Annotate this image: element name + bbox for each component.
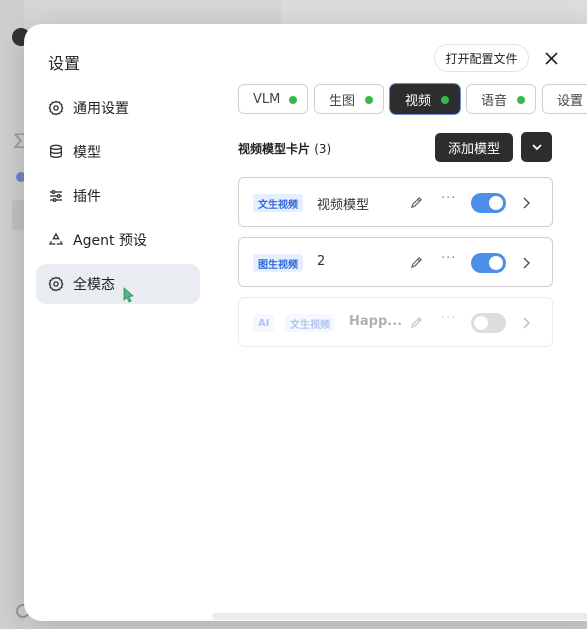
section-title: 视频模型卡片 (3): [238, 140, 331, 157]
toggle-knob: [489, 256, 503, 270]
sidebar-item-label: 全模态: [73, 277, 115, 293]
status-dot: [517, 96, 525, 104]
settings-modal: 设置 通用设置 模型 插件 Agent 预设 全模态 打开配置文件 VLM 生图…: [24, 24, 587, 621]
model-card[interactable]: 文生视频 视频模型 ···: [238, 177, 553, 227]
tab-voice[interactable]: 语音: [466, 84, 536, 114]
model-enable-toggle[interactable]: [471, 253, 506, 273]
tab-label: 语音: [481, 93, 508, 109]
chevron-down-icon: [531, 144, 542, 151]
model-type-badge: 文生视频: [253, 194, 303, 212]
tab-vlm[interactable]: VLM: [238, 84, 308, 114]
sidebar-item-general[interactable]: 通用设置: [36, 88, 200, 128]
sidebar-item-omnimodal[interactable]: 全模态: [36, 264, 200, 304]
toggle-knob: [489, 196, 503, 210]
tab-settings[interactable]: 设置: [542, 84, 587, 114]
tab-video[interactable]: 视频: [390, 84, 460, 114]
gear-icon: [48, 100, 64, 116]
edit-icon[interactable]: [410, 316, 423, 329]
sidebar-item-label: 插件: [73, 189, 101, 205]
edit-icon[interactable]: [410, 196, 423, 209]
model-card[interactable]: AI 文生视频 Happ... ···: [238, 297, 553, 347]
recycle-icon: [48, 232, 64, 245]
model-enable-toggle[interactable]: [471, 313, 506, 333]
horizontal-scrollbar[interactable]: [212, 613, 587, 620]
status-dot: [289, 96, 297, 104]
section-title-text: 视频模型卡片: [238, 142, 311, 156]
sidebar-item-label: Agent 预设: [73, 233, 147, 249]
chevron-right-icon[interactable]: [522, 257, 530, 269]
gear-icon: [48, 276, 64, 292]
status-dot: [441, 96, 449, 104]
section-count: (3): [314, 142, 332, 156]
model-ai-badge: AI: [253, 314, 275, 332]
add-model-button[interactable]: 添加模型: [435, 133, 513, 162]
more-options-icon[interactable]: ···: [441, 311, 456, 326]
open-config-button[interactable]: 打开配置文件: [434, 44, 529, 72]
edit-icon[interactable]: [410, 256, 423, 269]
model-card[interactable]: 图生视频 2 ···: [238, 237, 553, 287]
tab-label: 设置: [557, 93, 584, 109]
background-bar: [12, 200, 24, 230]
close-icon: [544, 51, 558, 65]
model-name: 2: [317, 254, 326, 269]
toggle-knob: [474, 316, 488, 330]
chevron-right-icon[interactable]: [522, 197, 530, 209]
model-name: 视频模型: [317, 198, 370, 213]
chevron-right-icon[interactable]: [522, 317, 530, 329]
model-enable-toggle[interactable]: [471, 193, 506, 213]
background-sidebar: [0, 0, 24, 629]
settings-title: 设置: [48, 54, 81, 73]
sidebar-item-agent-presets[interactable]: Agent 预设: [36, 220, 200, 260]
tab-label: 生图: [329, 93, 356, 109]
add-model-dropdown-button[interactable]: [521, 132, 552, 162]
database-icon: [50, 144, 62, 159]
background-topbar: [282, 0, 587, 26]
more-options-icon[interactable]: ···: [441, 251, 456, 266]
model-name: Happ...: [349, 314, 403, 329]
model-type-badge: 图生视频: [253, 254, 303, 272]
more-options-icon[interactable]: ···: [441, 191, 456, 206]
tab-label: 视频: [405, 93, 432, 109]
close-button[interactable]: [542, 49, 560, 67]
tab-label: VLM: [253, 91, 281, 107]
tab-image-gen[interactable]: 生图: [314, 84, 384, 114]
sliders-icon: [50, 190, 62, 202]
status-dot: [365, 96, 373, 104]
sidebar-item-label: 模型: [73, 145, 101, 161]
sidebar-item-plugins[interactable]: 插件: [36, 176, 200, 216]
sidebar-item-models[interactable]: 模型: [36, 132, 200, 172]
model-type-badge: 文生视频: [285, 314, 335, 332]
settings-sidebar: 设置 通用设置 模型 插件 Agent 预设 全模态: [24, 24, 214, 621]
mouse-cursor-icon: [123, 287, 134, 303]
sidebar-item-label: 通用设置: [73, 101, 129, 117]
